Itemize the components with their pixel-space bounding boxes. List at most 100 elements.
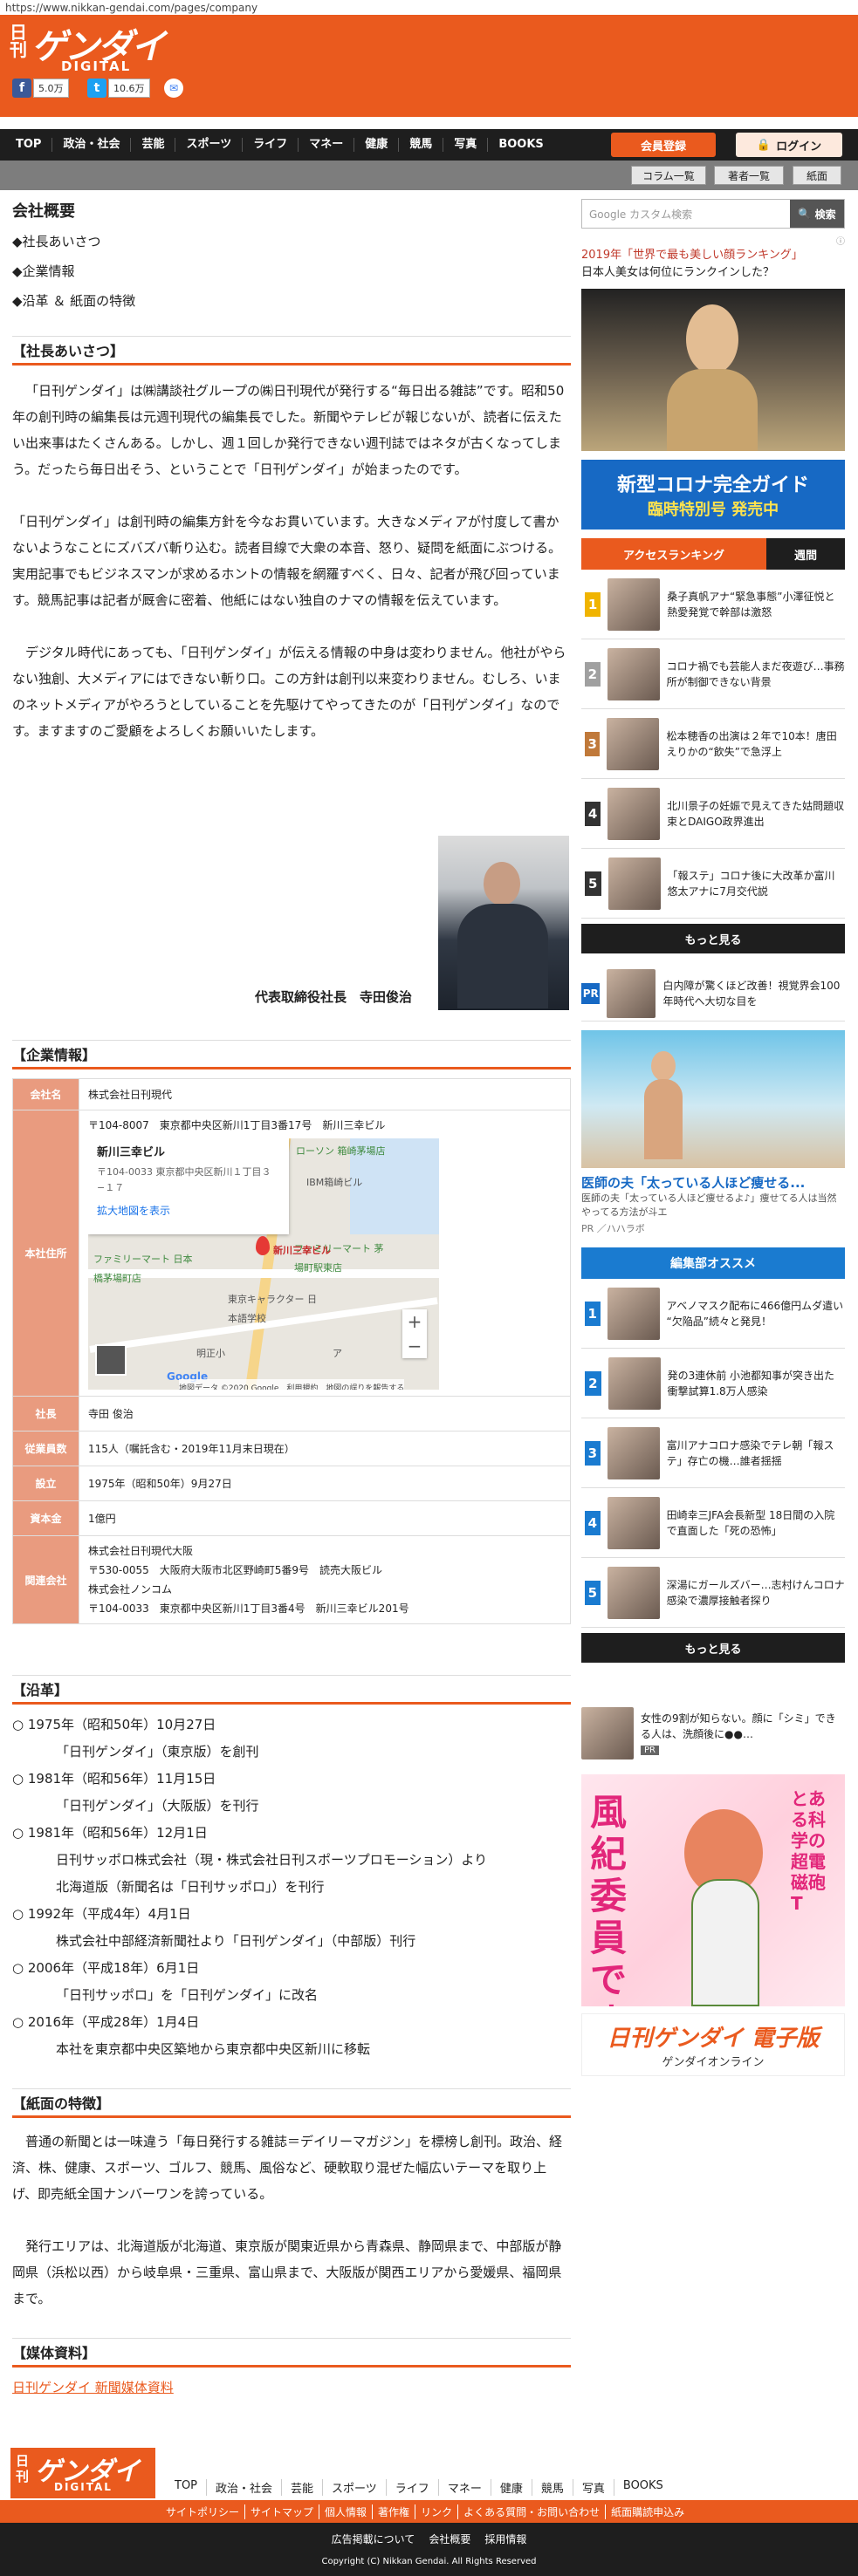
search-button[interactable]: 🔍 検索 <box>790 200 844 228</box>
recommend-badge: 2 <box>585 1370 601 1396</box>
twitter-share[interactable]: t 10.6万 <box>87 78 150 99</box>
footer-link[interactable]: 著作権 <box>373 2504 416 2519</box>
ranking-item[interactable]: 2 コロナ禍でも芸能人まだ夜遊び…事務所が制御できない背景 <box>581 639 845 709</box>
ad2-subtitle[interactable]: 医師の夫「太っている人ほど痩せるよ♪」痩せてる人は当然やってる方法が斗エ <box>581 1192 845 1220</box>
login-button[interactable]: 🔒 ログイン <box>736 133 842 157</box>
facebook-count: 5.0万 <box>33 79 69 98</box>
site-logo[interactable]: 日刊 ゲンダイ DIGITAL <box>9 18 175 74</box>
table-row: 会社名 株式会社日刊現代 <box>12 1078 571 1110</box>
article-thumbnail <box>607 1356 661 1410</box>
ad3-item[interactable]: 女性の9割が知らない。顔に「シミ」できる人は、洗顔後に●●… PR <box>581 1705 845 1762</box>
corona-guide-banner[interactable]: 新型コロナ完全ガイド 臨時特別号 発売中 <box>581 460 845 530</box>
ranking-item[interactable]: 3 松本穂香の出演は２年で10本！唐田えりかの“飲失”で急浮上 <box>581 709 845 779</box>
recommend-item[interactable]: 1 アベノマスク配布に466億円ムダ遣い “欠陥品”続々と発見！ <box>581 1279 845 1349</box>
recommend-title: 発の3連休前 小池都知事が突き出た衝撃試算1.8万人感染 <box>667 1369 835 1397</box>
footer-bottom-link[interactable]: 採用情報 <box>477 2532 533 2546</box>
toc-item[interactable]: ◆沿革 ＆ 紙面の特徴 <box>12 286 571 316</box>
toc-item[interactable]: ◆企業情報 <box>12 256 571 286</box>
messenger-share[interactable]: ✉ <box>164 78 183 99</box>
nav-item[interactable]: 政治・社会 <box>52 138 132 152</box>
footer-link[interactable]: 紙面購読申込み <box>606 2504 690 2519</box>
address-text: 〒104-8007 東京都中央区新川1丁目3番17号 新川三幸ビル <box>88 1119 386 1131</box>
footer-nav: TOP 政治・社会 芸能 スポーツ ライフ マネー 健康 競馬 写真 BOOKS <box>166 2479 672 2496</box>
ad-info-icon[interactable]: ⓘ <box>581 234 845 247</box>
ad2-title[interactable]: 医師の夫「太っている人ほど痩せる... <box>581 1173 845 1192</box>
footer-nav-item[interactable]: スポーツ <box>323 2479 387 2496</box>
anime-ad-banner[interactable]: 風紀委員ですの! とある科学の超電磁砲T <box>581 1774 845 2006</box>
digital-banner-sub: ゲンダイオンライン <box>662 2056 765 2069</box>
recommend-badge: 4 <box>585 1510 601 1535</box>
footer-nav-item[interactable]: ライフ <box>387 2479 439 2496</box>
recommend-item[interactable]: 2 発の3連休前 小池都知事が突き出た衝撃試算1.8万人感染 <box>581 1349 845 1418</box>
map-satellite-toggle[interactable] <box>95 1344 127 1376</box>
footer-nav-item[interactable]: BOOKS <box>614 2479 672 2496</box>
tab-access-ranking[interactable]: アクセスランキング <box>581 538 766 570</box>
ad-subtitle[interactable]: 日本人美女は何位にランクインした？ <box>581 264 845 282</box>
register-button[interactable]: 会員登録 <box>611 133 716 157</box>
paper-button[interactable]: 紙面 <box>793 166 841 185</box>
nav-item[interactable]: 芸能 <box>131 138 176 152</box>
nav-item[interactable]: 写真 <box>443 138 489 152</box>
history-line: 株式会社中部経済新聞社より「日刊ゲンダイ」（中部版）刊行 <box>56 1933 416 1949</box>
footer-nav-item[interactable]: TOP <box>166 2479 208 2496</box>
footer-link[interactable]: サイトマップ <box>245 2504 320 2519</box>
section-heading: 【紙面の特徴】 <box>12 2088 571 2118</box>
footer-bottom-link[interactable]: 会社概要 <box>422 2532 477 2546</box>
article-thumbnail <box>607 1496 660 1549</box>
footer-nav-item[interactable]: 芸能 <box>282 2479 324 2496</box>
ad-title[interactable]: 2019年「世界で最も美しい顔ランキング」 <box>581 247 845 264</box>
author-list-button[interactable]: 著者一覧 <box>714 166 784 185</box>
table-row: 従業員数 115人（嘱託含む・2019年11月末日現在） <box>12 1431 571 1466</box>
nav-item[interactable]: スポーツ <box>175 138 244 152</box>
footer-nav-item[interactable]: マネー <box>439 2479 491 2496</box>
recommend-more-button[interactable]: もっと見る <box>581 1633 845 1663</box>
nav-item[interactable]: BOOKS <box>488 138 553 152</box>
footer-bottom-link[interactable]: 広告掲載について <box>325 2532 422 2546</box>
toc-item[interactable]: ◆社長あいさつ <box>12 227 571 256</box>
history-date: ○ 2016年（平成28年）1月4日 <box>12 2014 200 2030</box>
map-enlarge-link[interactable]: 拡大地図を表示 <box>97 1203 280 1219</box>
nav-item[interactable]: 競馬 <box>399 138 444 152</box>
footer-nav-item[interactable]: 競馬 <box>532 2479 573 2496</box>
table-row: 設立 1975年（昭和50年）9月27日 <box>12 1466 571 1501</box>
map-zoom-controls[interactable]: + − <box>402 1309 427 1358</box>
footer-link[interactable]: 個人情報 <box>319 2504 374 2519</box>
footer-nav-item[interactable]: 政治・社会 <box>207 2479 283 2496</box>
ad-image[interactable] <box>581 289 845 451</box>
footer-link[interactable]: よくある質問・お問い合わせ <box>458 2504 607 2519</box>
footer-nav-item[interactable]: 健康 <box>491 2479 532 2496</box>
president-photo <box>438 836 569 1010</box>
map-pin-icon[interactable] <box>256 1236 270 1255</box>
table-row: 資本金 1億円 <box>12 1500 571 1536</box>
google-map[interactable]: 新川三幸ビル 〒104-0033 東京都中央区新川１丁目３−１７ 拡大地図を表示… <box>88 1138 439 1390</box>
recommend-item[interactable]: 5 深湯にガールズバー…志村けんコロナ感染で濃厚接触者探り <box>581 1558 845 1628</box>
pr-item[interactable]: PR 白内障が驚くほど改善！視覚界会100年時代へ大切な目を <box>581 966 845 1022</box>
search-input[interactable]: Google カスタム検索 <box>582 200 790 228</box>
recommend-title: 深湯にガールズバー…志村けんコロナ感染で濃厚接触者探り <box>666 1578 845 1607</box>
nav-item[interactable]: TOP <box>0 138 53 152</box>
table-of-contents: ◆社長あいさつ ◆企業情報 ◆沿革 ＆ 紙面の特徴 <box>12 227 571 316</box>
history-date: ○ 1992年（平成4年）4月1日 <box>12 1906 191 1922</box>
ranking-item[interactable]: 4 北川景子の妊娠で見えてきた姑問題収束とDAIGO政界進出 <box>581 779 845 849</box>
digital-edition-banner[interactable]: 日刊ゲンダイ 電子版 ゲンダイオンライン <box>581 2013 845 2076</box>
history-date-text: 2016年（平成28年）1月4日 <box>27 2014 200 2030</box>
column-list-button[interactable]: コラム一覧 <box>631 166 706 185</box>
footer-link[interactable]: リンク <box>415 2504 459 2519</box>
tab-weekly[interactable]: 週間 <box>766 538 845 570</box>
ranking-more-button[interactable]: もっと見る <box>581 924 845 953</box>
nav-item[interactable]: マネー <box>299 138 355 152</box>
footer-link[interactable]: サイトポリシー <box>161 2504 246 2519</box>
ranking-title: 北川景子の妊娠で見えてきた姑問題収束とDAIGO政界進出 <box>667 799 845 828</box>
nav-item[interactable]: 健康 <box>354 138 400 152</box>
media-kit-link[interactable]: 日刊ゲンダイ 新聞媒体資料 <box>12 2378 571 2396</box>
ranking-item[interactable]: 1 桑子真帆アナ“緊急事態”小澤征悦と熱愛発覚で幹部は激怒 <box>581 570 845 639</box>
recommend-item[interactable]: 3 富川アナコロナ感染でテレ朝「報ステ」存亡の機…誰者揺揺 <box>581 1418 845 1488</box>
nav-item[interactable]: ライフ <box>243 138 299 152</box>
footer-logo[interactable]: 日刊 ゲンダイ DIGITAL <box>10 2448 155 2498</box>
history-section: 【沿革】 ○ 1975年（昭和50年）10月27日 「日刊ゲンダイ」（東京版）を… <box>12 1675 571 2063</box>
facebook-share[interactable]: f 5.0万 <box>12 78 69 99</box>
recommend-item[interactable]: 4 田崎幸三JFA会長新型 18日間の入院で直面した「死の恐怖」 <box>581 1488 845 1558</box>
footer-nav-item[interactable]: 写真 <box>573 2479 614 2496</box>
ad2-image[interactable] <box>581 1030 845 1168</box>
ranking-item[interactable]: 5 「報ステ」コロナ後に大改革か富川悠太アナに7月交代説 <box>581 849 845 919</box>
